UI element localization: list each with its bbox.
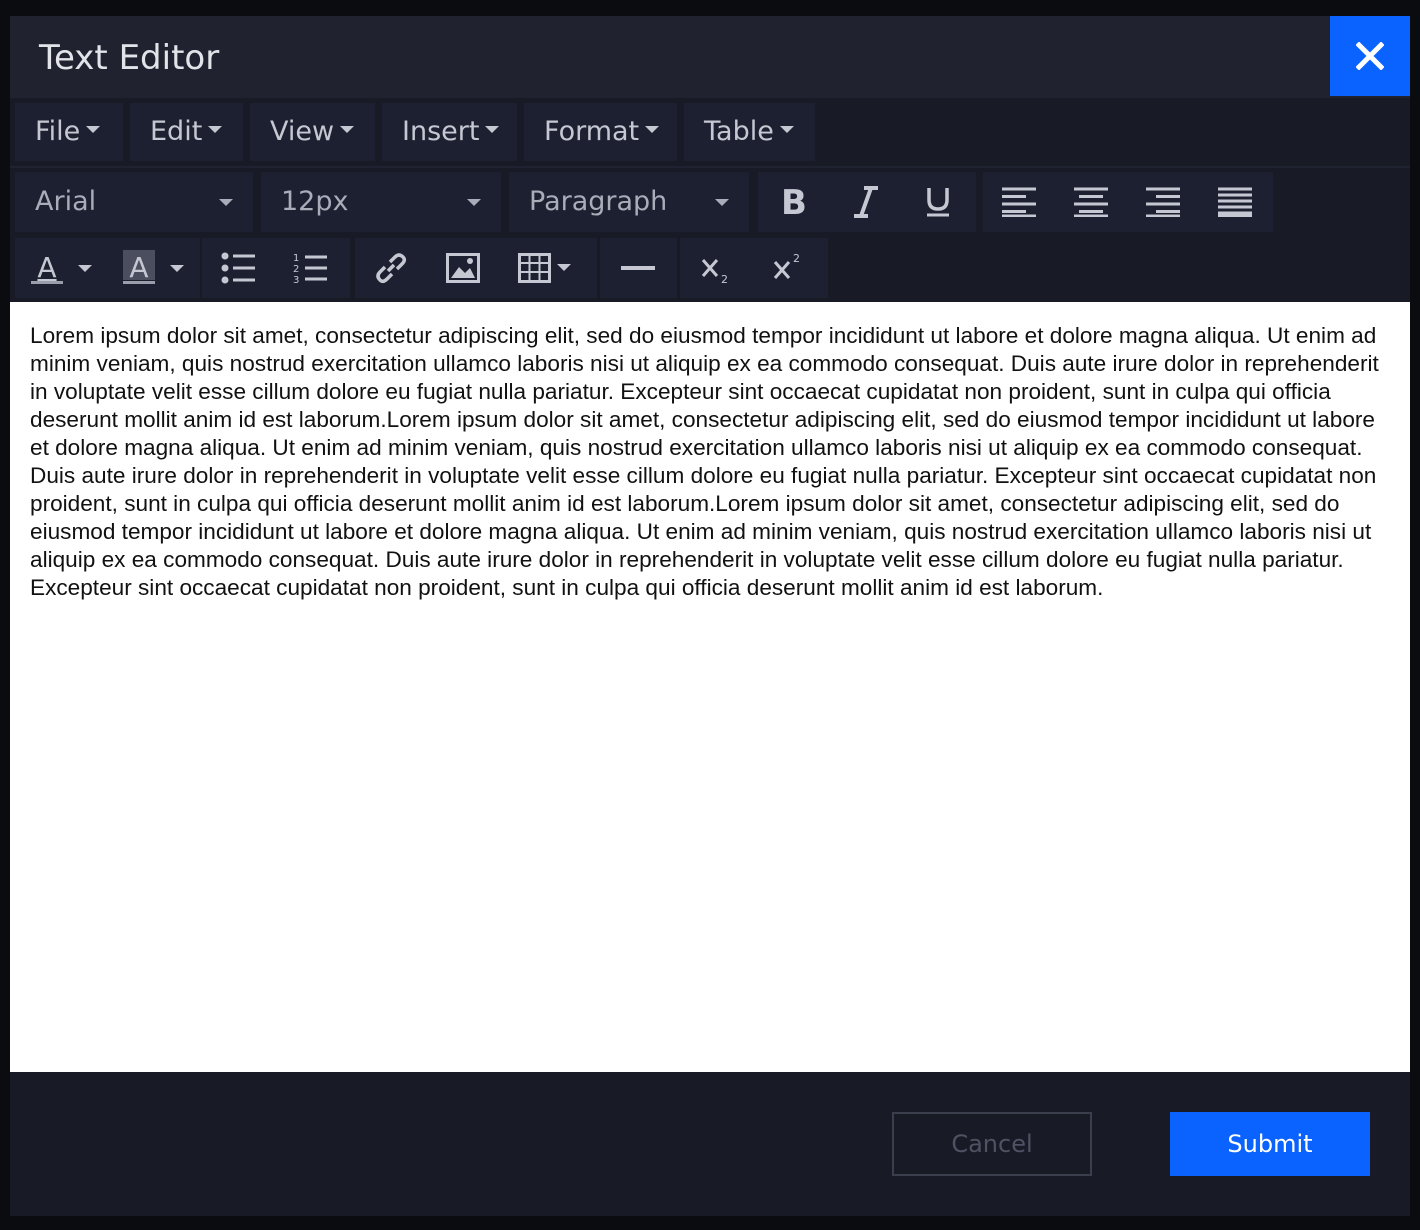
bullet-list-button[interactable] — [202, 238, 274, 298]
font-family-value: Arial — [15, 172, 253, 232]
underline-button[interactable] — [902, 172, 974, 232]
font-size-value: 12px — [261, 172, 501, 232]
superscript-icon: 2 — [773, 252, 800, 279]
menu-table-label: Table — [704, 116, 774, 147]
subscript-icon: 2 — [701, 259, 728, 284]
chevron-down-icon — [715, 199, 729, 206]
chevron-down-icon — [208, 126, 223, 133]
close-icon — [1356, 42, 1384, 70]
align-left-button[interactable] — [983, 172, 1055, 232]
svg-text:2: 2 — [293, 264, 299, 275]
menu-bar: File Edit View Insert Format Table — [10, 98, 1410, 168]
horizontal-rule-icon — [621, 266, 655, 270]
font-size-label: 12px — [281, 186, 349, 217]
italic-button[interactable] — [830, 172, 902, 232]
color-group: A A — [15, 238, 200, 298]
highlight-color-icon: A — [123, 250, 184, 284]
align-center-button[interactable] — [1055, 172, 1127, 232]
numbered-list-icon: 1 2 3 — [293, 253, 327, 285]
block-format-label: Paragraph — [529, 186, 668, 217]
svg-text:B: B — [781, 186, 807, 218]
align-justify-icon — [1218, 187, 1252, 217]
chevron-down-icon — [86, 126, 101, 133]
menu-format-label: Format — [544, 116, 640, 147]
svg-text:2: 2 — [793, 252, 800, 265]
menu-view-label: View — [270, 116, 335, 147]
align-left-icon — [1002, 187, 1036, 217]
text-style-group: B — [758, 172, 976, 232]
toolbar: Arial 12px Paragraph B A A 1 2 3 2 2 — [10, 168, 1410, 302]
chevron-down-icon — [779, 126, 794, 133]
menu-file-label: File — [35, 116, 81, 147]
link-icon — [376, 253, 407, 284]
link-button[interactable] — [355, 238, 427, 298]
block-format-select[interactable]: Paragraph — [509, 172, 749, 232]
align-justify-button[interactable] — [1199, 172, 1271, 232]
table-button[interactable] — [499, 238, 595, 298]
menu-edit-label: Edit — [150, 116, 203, 147]
image-button[interactable] — [427, 238, 499, 298]
menu-format[interactable]: Format — [524, 103, 677, 161]
dialog-header: Text Editor — [10, 16, 1410, 98]
chevron-down-icon — [340, 126, 355, 133]
bold-icon: B — [781, 186, 807, 218]
editor-paragraph: Lorem ipsum dolor sit amet, consectetur … — [30, 323, 1379, 600]
align-right-icon — [1146, 187, 1180, 217]
chevron-down-icon — [467, 199, 481, 206]
menu-insert-label: Insert — [402, 116, 480, 147]
underline-icon — [927, 188, 949, 217]
chevron-down-icon — [219, 199, 233, 206]
menu-edit[interactable]: Edit — [130, 103, 243, 161]
menu-insert[interactable]: Insert — [382, 103, 517, 161]
align-center-icon — [1074, 187, 1108, 217]
submit-button[interactable]: Submit — [1170, 1112, 1370, 1176]
chevron-down-icon — [485, 126, 500, 133]
svg-text:3: 3 — [293, 275, 299, 285]
insert-group — [355, 238, 597, 298]
table-icon — [518, 253, 571, 283]
alignment-group — [983, 172, 1273, 232]
italic-icon — [854, 186, 878, 218]
list-group: 1 2 3 — [202, 238, 350, 298]
font-size-select[interactable]: 12px — [261, 172, 501, 232]
text-editor-dialog: Text Editor File Edit View Insert Format… — [10, 16, 1410, 1216]
horizontal-rule-button[interactable] — [602, 238, 674, 298]
script-group: 2 2 — [680, 238, 828, 298]
chevron-down-icon — [645, 126, 660, 133]
text-color-button[interactable]: A — [15, 238, 105, 298]
editor-content[interactable]: Lorem ipsum dolor sit amet, consectetur … — [10, 302, 1410, 1072]
dialog-title: Text Editor — [39, 38, 220, 78]
image-icon — [446, 253, 480, 283]
font-family-label: Arial — [35, 186, 97, 217]
svg-text:1: 1 — [293, 253, 299, 264]
subscript-button[interactable]: 2 — [680, 238, 752, 298]
cancel-button[interactable]: Cancel — [892, 1112, 1092, 1176]
svg-text:A: A — [37, 251, 56, 284]
block-format-value: Paragraph — [509, 172, 749, 232]
menu-file[interactable]: File — [15, 103, 123, 161]
align-right-button[interactable] — [1127, 172, 1199, 232]
superscript-button[interactable]: 2 — [752, 238, 824, 298]
font-family-select[interactable]: Arial — [15, 172, 253, 232]
menu-view[interactable]: View — [250, 103, 375, 161]
close-button[interactable] — [1330, 16, 1410, 96]
menu-table[interactable]: Table — [684, 103, 815, 161]
svg-text:2: 2 — [721, 273, 728, 284]
numbered-list-button[interactable]: 1 2 3 — [274, 238, 346, 298]
svg-text:A: A — [129, 251, 148, 284]
highlight-color-button[interactable]: A — [107, 238, 197, 298]
bold-button[interactable]: B — [758, 172, 830, 232]
rule-group — [600, 238, 677, 298]
text-color-icon: A — [31, 251, 92, 284]
bullet-list-icon — [221, 252, 255, 284]
